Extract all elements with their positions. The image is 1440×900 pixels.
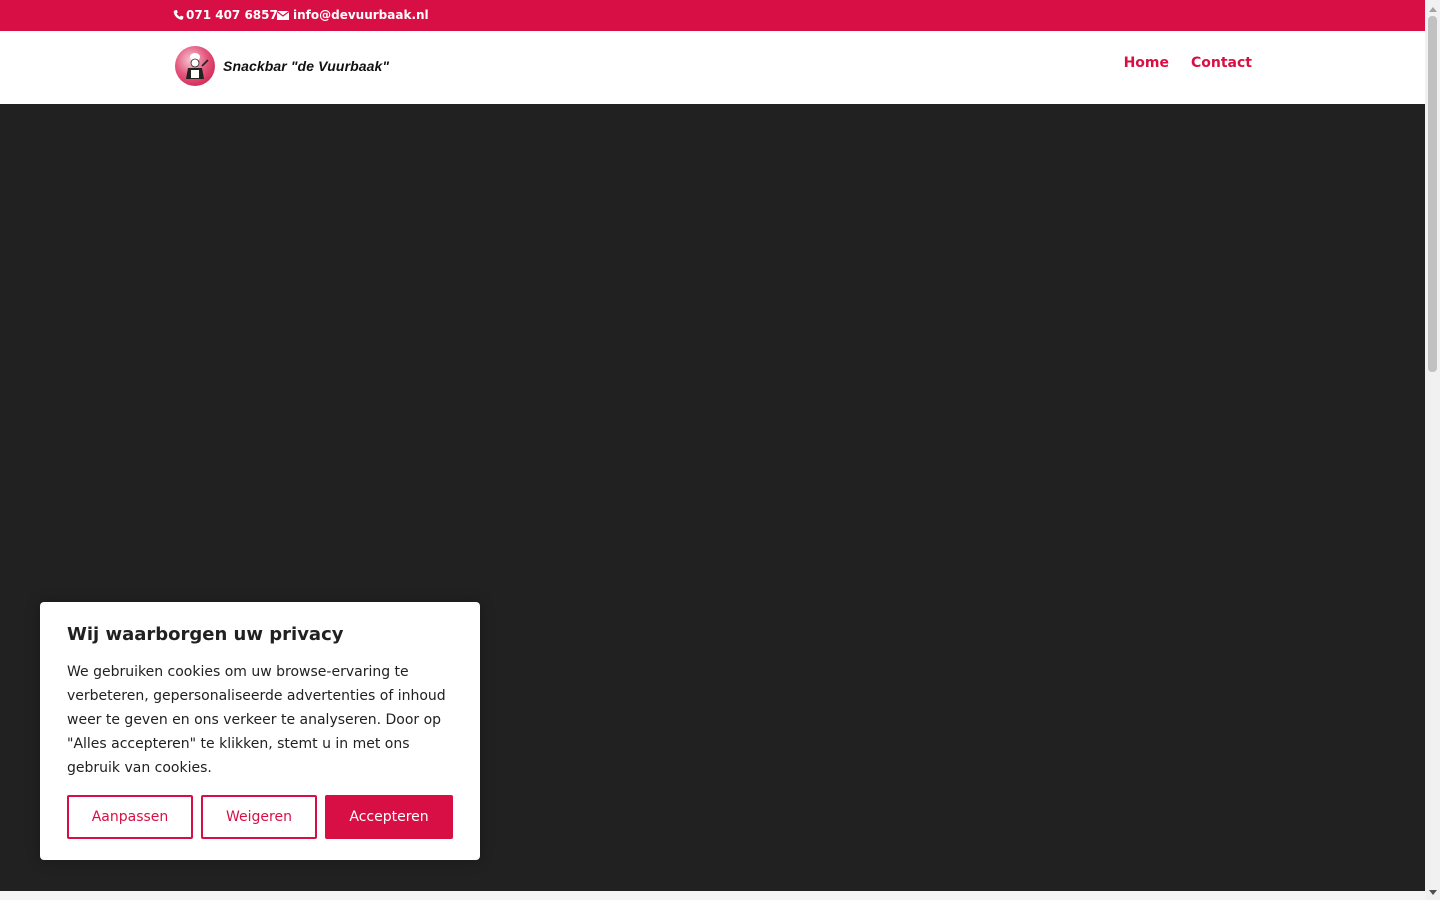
email-link[interactable]: info@devuurbaak.nl	[277, 8, 429, 22]
scroll-thumb[interactable]	[1428, 16, 1437, 372]
customize-button[interactable]: Aanpassen	[67, 795, 193, 839]
cookie-description: We gebruiken cookies om uw browse-ervari…	[67, 664, 446, 776]
logo-text: Snackbar "de Vuurbaak"	[223, 58, 390, 74]
accept-button[interactable]: Accepteren	[325, 795, 453, 839]
vertical-scrollbar[interactable]	[1425, 0, 1440, 900]
site-logo[interactable]: Snackbar "de Vuurbaak"	[175, 46, 389, 86]
reject-button[interactable]: Weigeren	[201, 795, 317, 839]
scroll-up-arrow-icon[interactable]	[1429, 7, 1437, 12]
main-nav: Home Contact	[1124, 55, 1252, 71]
site-header: Snackbar "de Vuurbaak" Home Contact	[0, 31, 1425, 104]
cookie-title: Wij waarborgen uw privacy	[67, 624, 344, 645]
top-bar: 071 407 6857 info@devuurbaak.nl	[0, 0, 1425, 31]
chef-mascot-icon	[175, 46, 215, 86]
page: 071 407 6857 info@devuurbaak.nl Snackbar…	[0, 0, 1425, 900]
phone-icon	[173, 9, 184, 20]
phone-link[interactable]: 071 407 6857	[173, 8, 278, 22]
scroll-down-arrow-icon[interactable]	[1429, 890, 1437, 895]
nav-contact[interactable]: Contact	[1191, 55, 1252, 71]
cookie-consent-dialog: Wij waarborgen uw privacy We gebruiken c…	[40, 602, 480, 860]
nav-home[interactable]: Home	[1124, 55, 1169, 71]
phone-number: 071 407 6857	[186, 8, 278, 22]
envelope-icon	[277, 10, 289, 20]
email-address: info@devuurbaak.nl	[293, 8, 429, 22]
